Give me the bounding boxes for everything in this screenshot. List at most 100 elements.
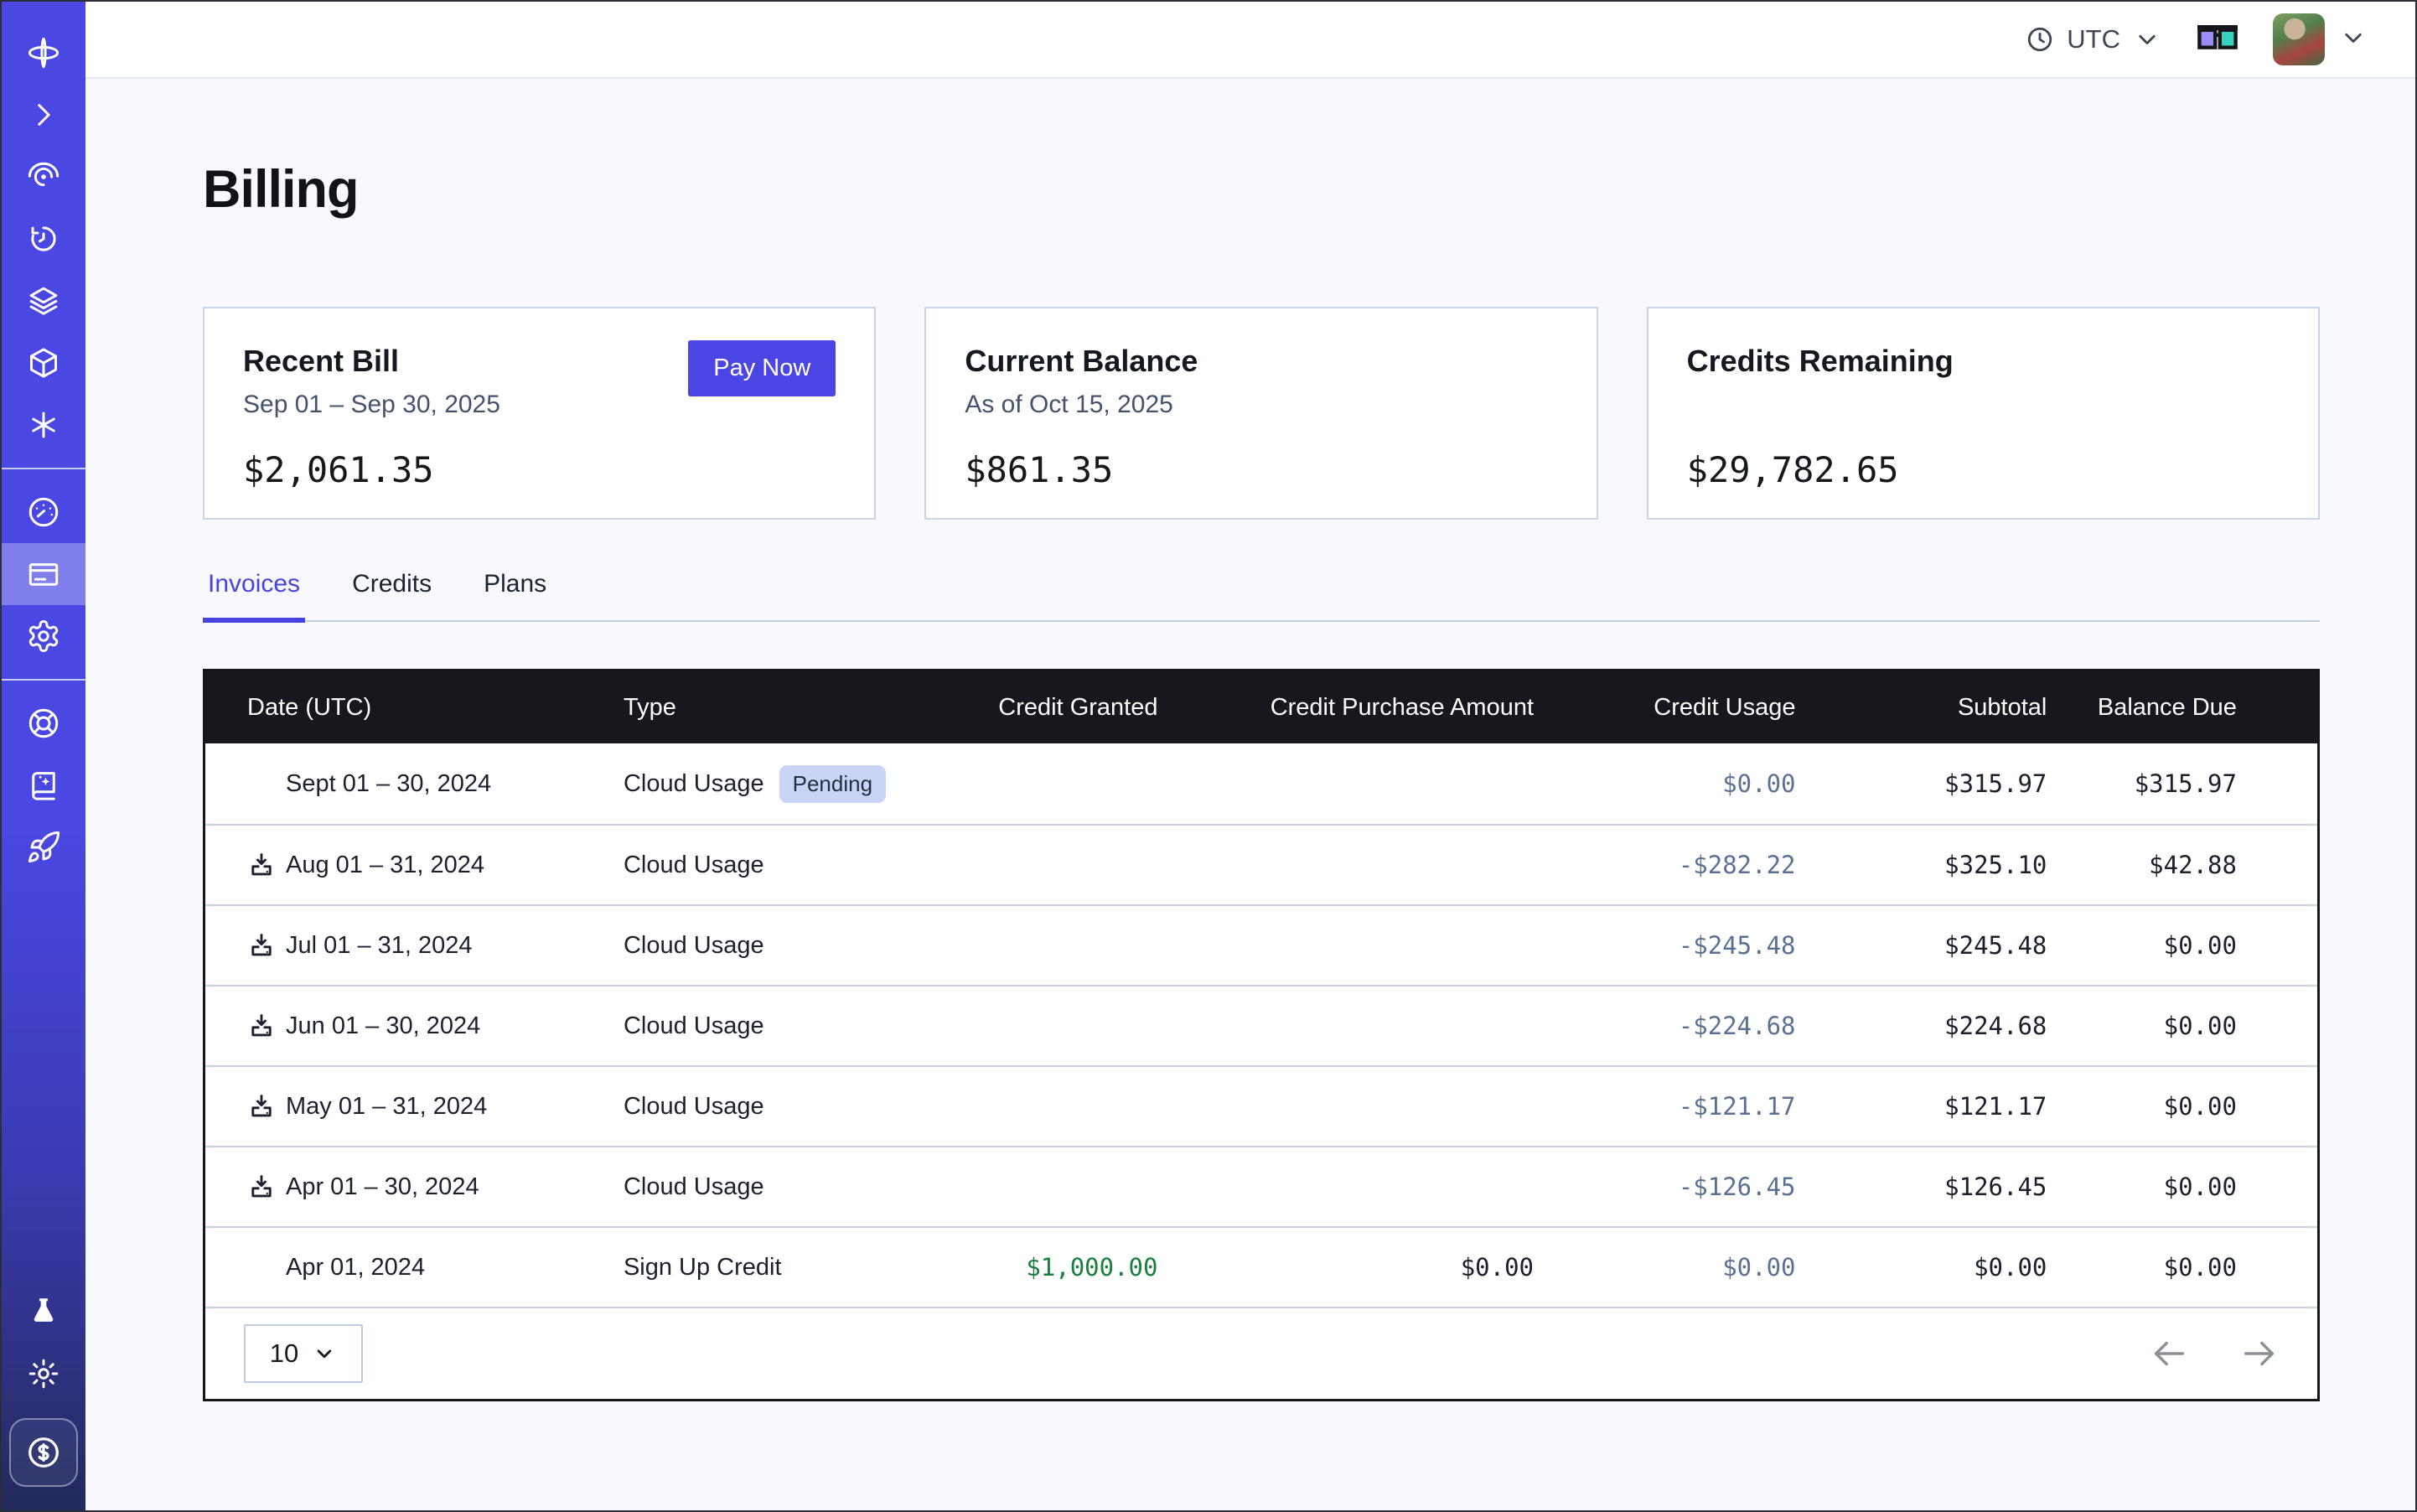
date-value: Apr 01 – 30, 2024: [286, 1173, 479, 1201]
tab[interactable]: Credits: [347, 570, 437, 620]
pay-now-button[interactable]: Pay Now: [688, 340, 836, 396]
table-row: May 01 – 31, 2024 Cloud Usage -$121.17 $…: [205, 1065, 2317, 1146]
table-row: Apr 01, 2024 Sign Up Credit $1,000.00 $0…: [205, 1226, 2317, 1307]
cell-balance-due: $315.97: [2047, 769, 2317, 798]
eye-spiral-icon[interactable]: [2, 146, 85, 208]
credits-remaining-card: Credits Remaining $29,782.65: [1647, 307, 2320, 520]
cell-date: Sept 01 – 30, 2024: [205, 769, 624, 798]
status-badge: Pending: [779, 765, 886, 803]
topbar: UTC: [85, 2, 2415, 79]
asterisk-icon[interactable]: [2, 394, 85, 456]
3d-glasses-icon[interactable]: [2196, 24, 2239, 54]
type-value: Cloud Usage: [624, 770, 764, 798]
cube-icon[interactable]: [2, 332, 85, 394]
table-row: Jul 01 – 31, 2024 Cloud Usage -$245.48 $…: [205, 904, 2317, 985]
cell-credit-usage: -$282.22: [1534, 851, 1795, 879]
flask-icon[interactable]: [2, 1281, 85, 1343]
cell-subtotal: $315.97: [1796, 769, 2047, 798]
cell-subtotal: $0.00: [1796, 1253, 2047, 1282]
gauge-icon[interactable]: [2, 481, 85, 543]
cell-subtotal: $121.17: [1796, 1092, 2047, 1121]
sidebar-divider: [2, 679, 85, 681]
download-icon[interactable]: [247, 1173, 276, 1201]
chevron-right-icon[interactable]: [2, 84, 85, 146]
column-header: Credit Purchase Amount: [1157, 694, 1534, 722]
card-title: Recent Bill: [243, 344, 500, 379]
timezone-label: UTC: [2067, 24, 2120, 54]
cell-credit-usage: -$126.45: [1534, 1173, 1795, 1201]
column-header: Date (UTC): [205, 694, 624, 722]
layers-icon[interactable]: [2, 270, 85, 332]
clock-icon: [2025, 24, 2055, 54]
column-header: Balance Due: [2047, 694, 2317, 722]
prev-page-button[interactable]: [2150, 1334, 2188, 1373]
cell-credit-usage: -$224.68: [1534, 1012, 1795, 1040]
cell-balance-due: $0.00: [2047, 1253, 2317, 1282]
type-value: Cloud Usage: [624, 852, 764, 879]
tab[interactable]: Plans: [479, 570, 551, 620]
chevron-down-icon: [2132, 24, 2162, 54]
download-icon[interactable]: [247, 1092, 276, 1121]
tab-label: Invoices: [208, 570, 300, 598]
cell-date: Jul 01 – 31, 2024: [205, 931, 624, 960]
cell-credit-usage: -$245.48: [1534, 931, 1795, 960]
current-balance-card: Current Balance As of Oct 15, 2025 $861.…: [924, 307, 1597, 520]
cell-date: Jun 01 – 30, 2024: [205, 1012, 624, 1040]
table-row: Jun 01 – 30, 2024 Cloud Usage -$224.68 $…: [205, 985, 2317, 1065]
date-value: May 01 – 31, 2024: [286, 1093, 487, 1121]
cell-credit-usage: $0.00: [1534, 769, 1795, 798]
table-row: Sept 01 – 30, 2024 Cloud Usage Pending $…: [205, 743, 2317, 824]
page-size-select[interactable]: 10: [244, 1324, 363, 1383]
date-value: Jul 01 – 31, 2024: [286, 932, 473, 960]
rocket-icon[interactable]: [2, 816, 85, 878]
avatar[interactable]: [2273, 13, 2325, 65]
timezone-selector[interactable]: UTC: [2025, 24, 2162, 54]
user-menu[interactable]: [2273, 13, 2368, 65]
download-icon[interactable]: [247, 931, 276, 960]
cell-balance-due: $42.88: [2047, 851, 2317, 879]
cell-balance-due: $0.00: [2047, 1173, 2317, 1201]
card-subtitle: As of Oct 15, 2025: [965, 391, 1557, 422]
tab-label: Plans: [484, 570, 546, 598]
orbit-logo-icon[interactable]: [2, 22, 85, 84]
card-subtitle: [1687, 391, 2280, 422]
date-value: Aug 01 – 31, 2024: [286, 852, 484, 879]
sun-icon[interactable]: [2, 1343, 85, 1405]
date-value: Sept 01 – 30, 2024: [286, 770, 491, 798]
content: Billing Recent Bill Sep 01 – Sep 30, 202…: [85, 79, 2415, 1401]
cell-type: Cloud Usage: [624, 852, 932, 879]
type-value: Cloud Usage: [624, 932, 764, 960]
card-amount: $861.35: [965, 449, 1557, 490]
sidebar-divider: [2, 468, 85, 469]
credit-card-icon[interactable]: [2, 543, 85, 605]
card-amount: $2,061.35: [243, 449, 836, 490]
gear-icon[interactable]: [2, 605, 85, 667]
cell-credit-granted: $1,000.00: [932, 1253, 1158, 1282]
tab[interactable]: Invoices: [203, 570, 305, 620]
invoices-table: Date (UTC)TypeCredit GrantedCredit Purch…: [203, 669, 2320, 1401]
type-value: Cloud Usage: [624, 1173, 764, 1201]
tabs: Invoices Credits Plans: [203, 570, 2320, 622]
helm-icon[interactable]: [2, 692, 85, 754]
next-page-button[interactable]: [2240, 1334, 2279, 1373]
cell-date: Aug 01 – 31, 2024: [205, 851, 624, 879]
date-value: Apr 01, 2024: [286, 1254, 425, 1282]
cell-subtotal: $325.10: [1796, 851, 2047, 879]
timer-icon[interactable]: [2, 208, 85, 270]
cell-subtotal: $126.45: [1796, 1173, 2047, 1201]
cell-credit-usage: $0.00: [1534, 1253, 1795, 1282]
card-amount: $29,782.65: [1687, 449, 2280, 490]
dollar-badge-icon[interactable]: [9, 1418, 78, 1487]
page-size-value: 10: [270, 1339, 298, 1369]
table-row: Aug 01 – 31, 2024 Cloud Usage -$282.22 $…: [205, 824, 2317, 904]
type-value: Cloud Usage: [624, 1093, 764, 1121]
chevron-down-icon[interactable]: [2338, 23, 2368, 57]
cell-date: May 01 – 31, 2024: [205, 1092, 624, 1121]
download-icon[interactable]: [247, 851, 276, 879]
cell-type: Sign Up Credit: [624, 1254, 932, 1282]
cell-type: Cloud Usage: [624, 1093, 932, 1121]
book-sparkle-icon[interactable]: [2, 754, 85, 816]
cell-type: Cloud Usage: [624, 1012, 932, 1040]
download-icon[interactable]: [247, 1012, 276, 1040]
date-value: Jun 01 – 30, 2024: [286, 1012, 480, 1040]
